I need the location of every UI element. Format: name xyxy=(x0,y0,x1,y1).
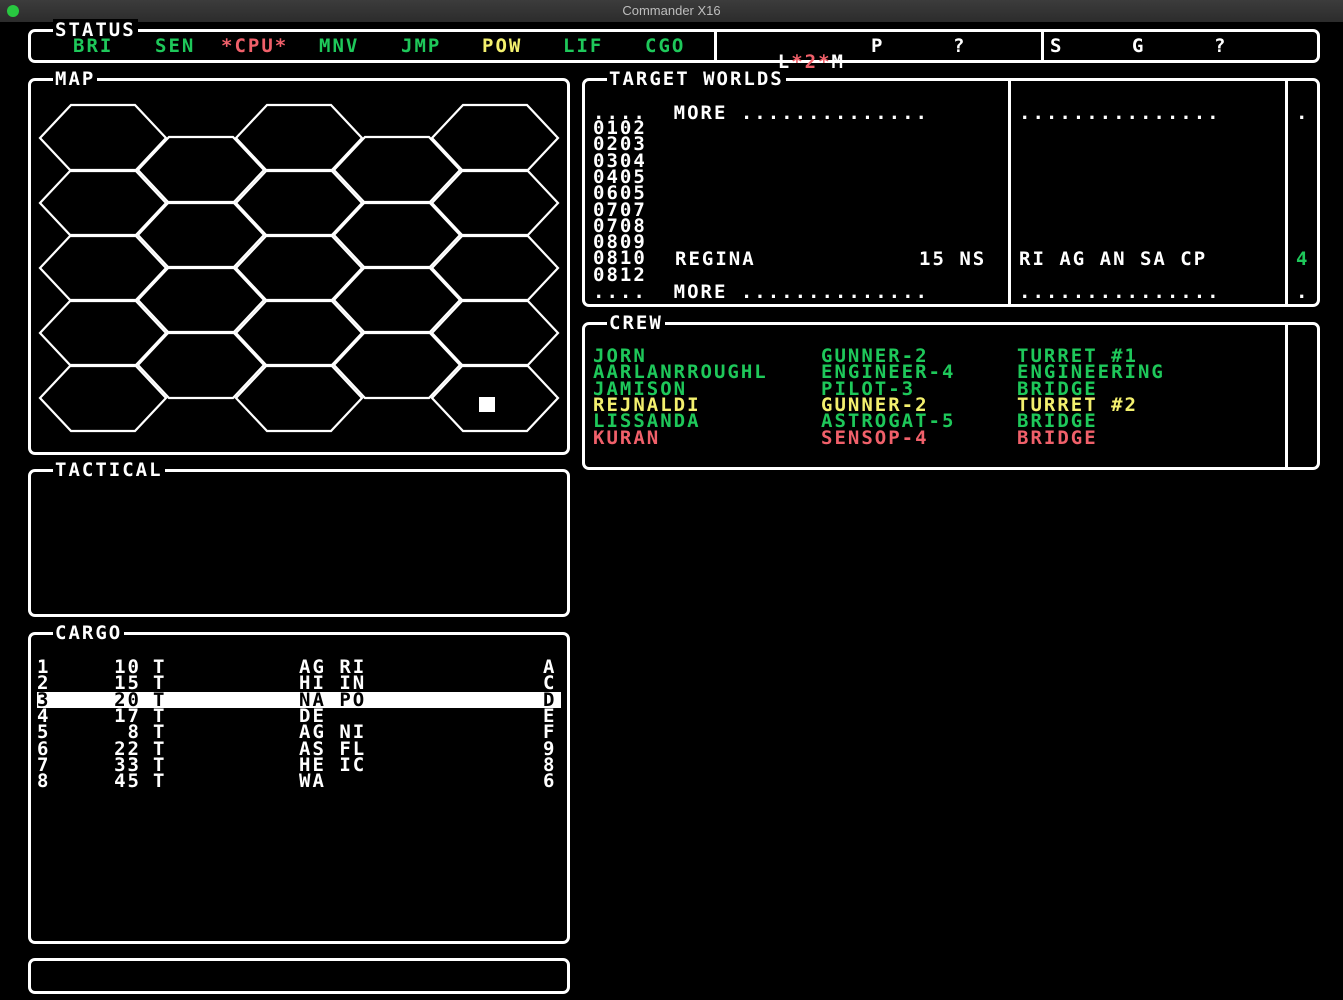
mode-question: ? xyxy=(953,35,967,57)
selected-world-trade: RI AG AN SA CP xyxy=(1019,248,1208,270)
target-worlds-title: TARGET WORLDS xyxy=(607,68,786,90)
mode-level: *2* xyxy=(791,51,832,73)
cargo-n: 8 xyxy=(37,770,51,793)
status-system-7[interactable]: CGO xyxy=(645,37,685,56)
window-close-dot[interactable] xyxy=(7,5,19,17)
status-system-6[interactable]: LIF xyxy=(563,37,603,56)
more-top-right: ............... xyxy=(1019,102,1221,124)
status-system-3[interactable]: MNV xyxy=(319,37,359,56)
cargo-id: 6 xyxy=(543,770,557,793)
crew-name[interactable]: KURAN xyxy=(593,428,660,447)
target-worlds-panel: TARGET WORLDS .... MORE .............. .… xyxy=(582,68,1320,307)
window-titlebar: Commander X16 xyxy=(0,0,1343,22)
selected-world-count: 4 xyxy=(1296,248,1310,270)
cargo-title: CARGO xyxy=(53,622,125,644)
mode-p: P xyxy=(871,35,885,57)
tw-divider-2 xyxy=(1285,81,1288,304)
cargo-row[interactable]: 8 45 T WA 6 xyxy=(37,770,561,793)
cargo-panel: CARGO 1 10 T AG RI A 2 15 T HI IN C 3 20 T NA PO D 4 17 T… xyxy=(28,622,570,944)
status-panel: STATUS BRI SEN *CPU* MNV JMP POW LIF CGO L*2*M … xyxy=(28,19,1320,72)
crew-divider xyxy=(1285,325,1288,467)
status-divider-2 xyxy=(1041,32,1044,60)
selected-world-name[interactable]: REGINA xyxy=(675,250,756,269)
more-bottom[interactable]: .... MORE .............. xyxy=(593,283,929,302)
status-system-4[interactable]: JMP xyxy=(401,37,441,56)
selected-world-info: 15 NS xyxy=(919,248,987,270)
mode-m: M xyxy=(831,51,845,73)
tw-divider-1 xyxy=(1008,81,1011,304)
status-system-1[interactable]: SEN xyxy=(155,37,195,56)
cargo-qty: 45 xyxy=(114,770,141,793)
tactical-panel: TACTICAL xyxy=(28,459,570,617)
map-panel: MAP xyxy=(28,68,570,455)
status-system-0[interactable]: BRI xyxy=(73,37,113,56)
tactical-title: TACTICAL xyxy=(53,459,165,481)
window-title: Commander X16 xyxy=(622,3,721,18)
status-system-5[interactable]: POW xyxy=(482,37,522,56)
cargo-unit: T xyxy=(153,770,167,793)
right-s: S xyxy=(1050,35,1064,57)
ship-marker xyxy=(479,397,495,412)
crew-station: BRIDGE xyxy=(1017,426,1098,449)
command-bar[interactable] xyxy=(28,958,570,994)
crew-panel: CREW JORN GUNNER-2 TURRET #1 AARLANRROUGHL E… xyxy=(582,312,1320,470)
right-g: G xyxy=(1132,35,1146,57)
tw-dot-bottom: . xyxy=(1296,281,1310,303)
crew-skill: SENSOP-4 xyxy=(821,426,929,449)
crew-title: CREW xyxy=(607,312,665,334)
hex-map[interactable] xyxy=(31,81,567,452)
right-question: ? xyxy=(1214,35,1228,57)
cargo-codes: WA xyxy=(299,770,326,793)
tw-dot-top: . xyxy=(1296,102,1310,124)
status-divider-1 xyxy=(714,32,717,60)
more-bottom-right: ............... xyxy=(1019,281,1221,303)
status-system-2[interactable]: *CPU* xyxy=(221,37,288,56)
